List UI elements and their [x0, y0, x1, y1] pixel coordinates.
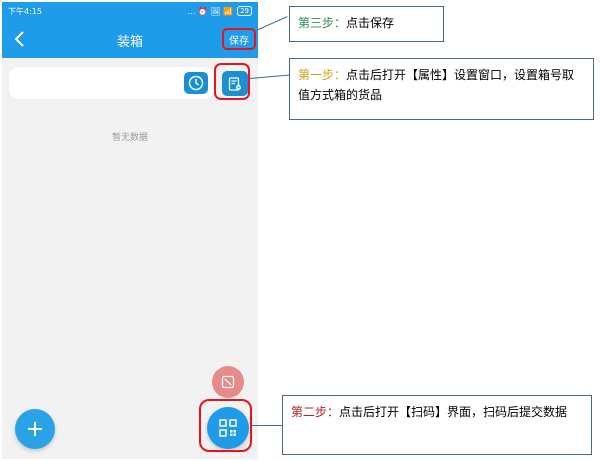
expand-icon — [221, 375, 235, 389]
status-bar: 下午4:15 ... ⏰ 🖼 📶 29 — [2, 2, 258, 20]
status-time: 下午4:15 — [8, 6, 42, 16]
nav-bar: 装箱 保存 — [2, 20, 258, 58]
battery-icon: 29 — [237, 6, 252, 16]
callout-step2: 第二步：点击后打开【扫码】界面，扫码后提交数据 — [282, 395, 592, 455]
step2-text: 点击后打开【扫码】界面，扫码后提交数据 — [339, 405, 568, 419]
callout-step1: 第一步：点击后打开【属性】设置窗口，设置箱号取值方式箱的货品 — [289, 58, 594, 120]
add-button[interactable] — [15, 409, 55, 449]
step1-label: 第一步： — [298, 68, 347, 82]
callout-step3: 第三步：点击保存 — [289, 6, 444, 42]
status-icons-text: ... ⏰ 🖼 📶 — [187, 6, 234, 16]
status-icons: ... ⏰ 🖼 📶 29 — [188, 6, 252, 16]
connector-line-step3 — [256, 16, 288, 31]
scan-small-button[interactable] — [212, 366, 244, 398]
clock-icon — [188, 75, 204, 91]
step3-text: 点击保存 — [346, 16, 395, 30]
settings-highlight — [214, 63, 250, 100]
step3-label: 第三步： — [298, 16, 347, 30]
save-highlight — [222, 28, 256, 50]
empty-state-text: 暂无数据 — [111, 133, 148, 143]
connector-line-step2 — [252, 425, 283, 426]
plus-icon — [28, 422, 42, 436]
step2-label: 第二步： — [291, 405, 340, 419]
history-button[interactable] — [184, 72, 208, 94]
page-title: 装箱 — [116, 35, 143, 50]
scan-highlight — [199, 399, 252, 452]
